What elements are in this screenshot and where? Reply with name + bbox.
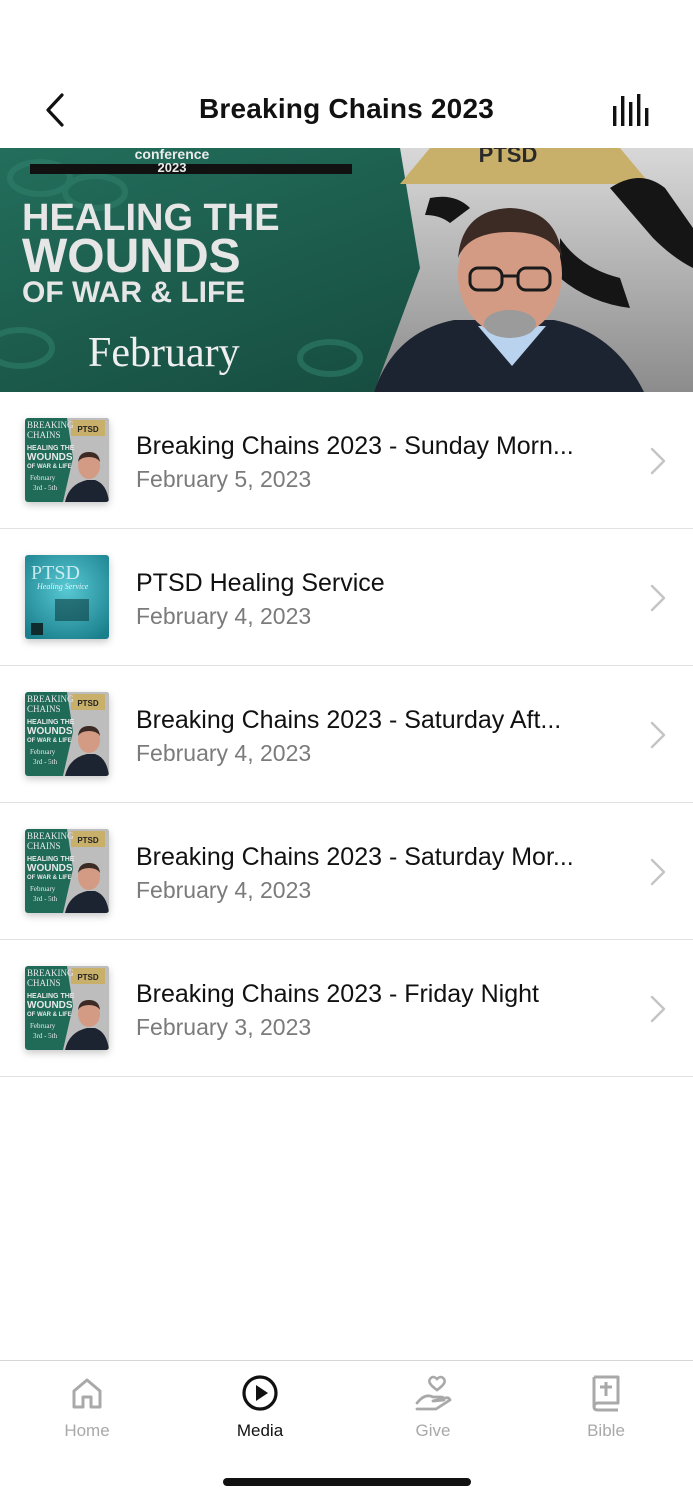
item-date: February 3, 2023 xyxy=(136,1014,312,1040)
thumb-line: PTSD xyxy=(31,562,80,584)
thumb-line: OF WAR & LIFE xyxy=(27,875,72,881)
banner-month: February xyxy=(88,330,240,376)
thumb-line: BREAKING xyxy=(27,831,74,841)
item-title: Breaking Chains 2023 - Friday Night xyxy=(136,980,539,1008)
item-date: February 5, 2023 xyxy=(136,466,312,492)
thumb-line: CHAINS xyxy=(27,704,61,714)
banner-line-3: OF WAR & LIFE xyxy=(22,276,245,309)
tab-label-give: Give xyxy=(415,1421,451,1440)
thumb-line: WOUNDS xyxy=(27,452,73,463)
play-circle-icon xyxy=(242,1375,278,1411)
item-date: February 4, 2023 xyxy=(136,603,312,629)
item-title: PTSD Healing Service xyxy=(136,569,385,597)
item-thumbnail: PTSD Healing Service xyxy=(25,555,109,639)
item-title: Breaking Chains 2023 - Saturday Aft... xyxy=(136,706,562,734)
item-title: Breaking Chains 2023 - Sunday Morn... xyxy=(136,432,574,460)
thumb-line: 3rd - 5th xyxy=(33,1032,58,1040)
thumb-badge: PTSD xyxy=(77,425,99,434)
thumb-line: WOUNDS xyxy=(27,726,73,737)
thumb-line: WOUNDS xyxy=(27,1000,73,1011)
thumb-line: 3rd - 5th xyxy=(33,484,58,492)
item-thumbnail: PTSD BREAKING CHAINS HEALING THE WOUNDS OF WA… xyxy=(25,418,109,502)
thumb-line: February xyxy=(30,474,56,482)
thumb-line: February xyxy=(30,748,56,756)
chevron-right-icon xyxy=(650,721,666,749)
tab-home[interactable]: Home xyxy=(27,1373,147,1453)
thumb-line: CHAINS xyxy=(27,430,61,440)
thumb-line: February xyxy=(30,885,56,893)
home-indicator xyxy=(223,1478,471,1486)
thumb-line: BREAKING xyxy=(27,968,74,978)
thumb-line: BREAKING xyxy=(27,420,74,430)
banner-year-text: 2023 xyxy=(158,160,187,175)
thumb-line: HEALING THE xyxy=(27,856,75,863)
tab-label-media: Media xyxy=(236,1421,284,1440)
thumb-line: WOUNDS xyxy=(27,863,73,874)
thumb-line: 3rd - 5th xyxy=(33,895,58,903)
home-icon xyxy=(72,1378,102,1409)
item-date: February 4, 2023 xyxy=(136,877,312,903)
thumb-badge: PTSD xyxy=(77,973,99,982)
list-item[interactable]: PTSD BREAKING CHAINS HEALING THE WOUNDS OF WA… xyxy=(0,392,693,529)
chevron-right-icon xyxy=(650,858,666,886)
page-title: Breaking Chains 2023 xyxy=(198,93,495,124)
thumb-line: February xyxy=(30,1022,56,1030)
series-banner-image: PTSD conference 2023 HEALING THE WOUNDS … xyxy=(0,148,693,392)
thumb-line: OF WAR & LIFE xyxy=(27,1012,72,1018)
tab-label-home: Home xyxy=(64,1421,110,1440)
thumb-line: HEALING THE xyxy=(27,719,75,726)
nav-header: Breaking Chains 2023 xyxy=(0,70,693,148)
media-list: PTSD BREAKING CHAINS HEALING THE WOUNDS OF WA… xyxy=(0,392,693,1077)
item-title: Breaking Chains 2023 - Saturday Mor... xyxy=(136,843,574,871)
chevron-right-icon xyxy=(650,447,666,475)
audio-bars-icon xyxy=(613,94,649,126)
thumb-badge: PTSD xyxy=(77,699,99,708)
thumb-line: Healing Service xyxy=(36,582,89,591)
list-item[interactable]: PTSD Healing Service PTSD Healing Service F… xyxy=(0,529,693,666)
thumb-line: HEALING THE xyxy=(27,993,75,1000)
item-date: February 4, 2023 xyxy=(136,740,312,766)
item-thumbnail: PTSD BREAKING CHAINS HEALING THE WOUNDS OF WA… xyxy=(25,692,109,776)
thumb-line: CHAINS xyxy=(27,978,61,988)
tab-media[interactable]: Media xyxy=(200,1373,320,1453)
heart-hand-icon xyxy=(415,1375,452,1411)
chevron-right-icon xyxy=(650,995,666,1023)
thumb-line: OF WAR & LIFE xyxy=(27,464,72,470)
list-item[interactable]: PTSD BREAKING CHAINS HEALING THE WOUNDS OF WA… xyxy=(0,940,693,1077)
chevron-right-icon xyxy=(650,584,666,612)
chevron-left-icon xyxy=(46,93,64,127)
thumb-line: CHAINS xyxy=(27,841,61,851)
bible-icon xyxy=(592,1375,620,1412)
list-item[interactable]: PTSD BREAKING CHAINS HEALING THE WOUNDS OF WA… xyxy=(0,666,693,803)
thumb-line: BREAKING xyxy=(27,694,74,704)
tab-give[interactable]: Give xyxy=(373,1373,493,1453)
item-thumbnail: PTSD BREAKING CHAINS HEALING THE WOUNDS OF WA… xyxy=(25,829,109,913)
thumb-line: OF WAR & LIFE xyxy=(27,738,72,744)
item-thumbnail: PTSD BREAKING CHAINS HEALING THE WOUNDS OF WA… xyxy=(25,966,109,1050)
thumb-badge: PTSD xyxy=(77,836,99,845)
back-button[interactable] xyxy=(38,90,72,130)
banner-badge: PTSD xyxy=(479,148,538,167)
audio-bars-button[interactable] xyxy=(611,92,653,128)
thumb-line: HEALING THE xyxy=(27,445,75,452)
tab-label-bible: Bible xyxy=(587,1421,625,1440)
tab-bible[interactable]: Bible xyxy=(546,1373,666,1453)
thumb-line: 3rd - 5th xyxy=(33,758,58,766)
list-item[interactable]: PTSD BREAKING CHAINS HEALING THE WOUNDS OF WA… xyxy=(0,803,693,940)
